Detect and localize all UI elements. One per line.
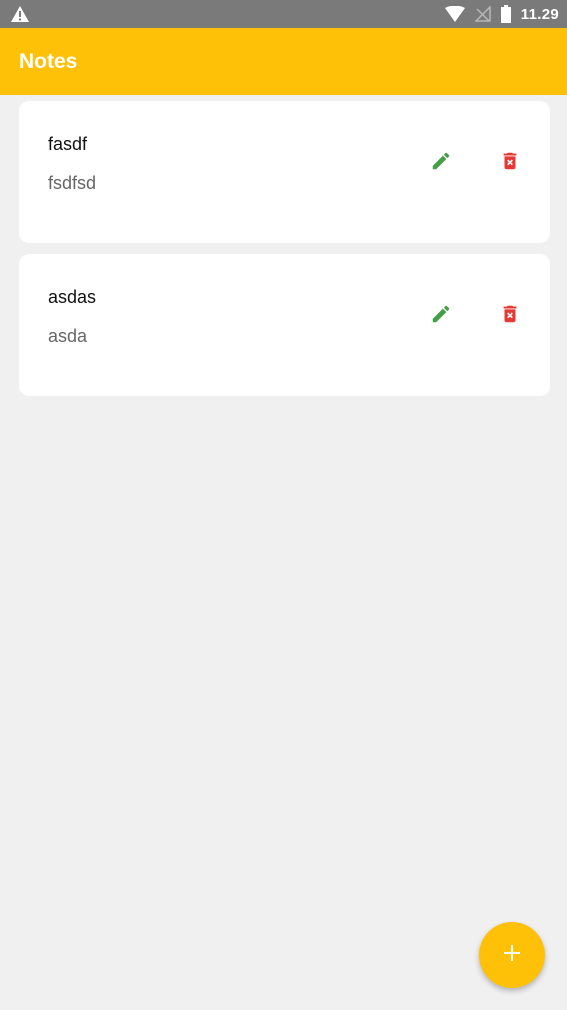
note-body: asda [48,326,88,346]
pencil-icon [430,150,452,177]
trash-icon [499,149,521,178]
note-card[interactable]: asdas asda [19,254,550,396]
add-note-button[interactable] [479,922,545,988]
warning-icon [10,5,30,23]
plus-icon [502,943,522,968]
status-bar: 11.29 [0,0,567,28]
notes-list: fasdf fsdfsd asdas asda [19,101,550,407]
note-title: fasdf [48,134,88,154]
delete-note-button[interactable] [494,300,526,332]
note-title: asdas [48,287,97,307]
pencil-icon [430,303,452,330]
note-body: fsdfsd [48,173,97,193]
trash-icon [499,302,521,331]
no-sim-icon [474,6,491,22]
page-title: Notes [19,49,78,73]
wifi-icon [444,6,465,22]
edit-note-button[interactable] [425,300,457,332]
status-time: 11.29 [520,5,559,23]
note-card[interactable]: fasdf fsdfsd [19,101,550,243]
notes-screen: 11.29 Notes fasdf fsdfsd asdas asda [0,0,567,1010]
delete-note-button[interactable] [494,147,526,179]
battery-icon [500,5,511,23]
app-bar: Notes [0,28,567,95]
edit-note-button[interactable] [425,147,457,179]
